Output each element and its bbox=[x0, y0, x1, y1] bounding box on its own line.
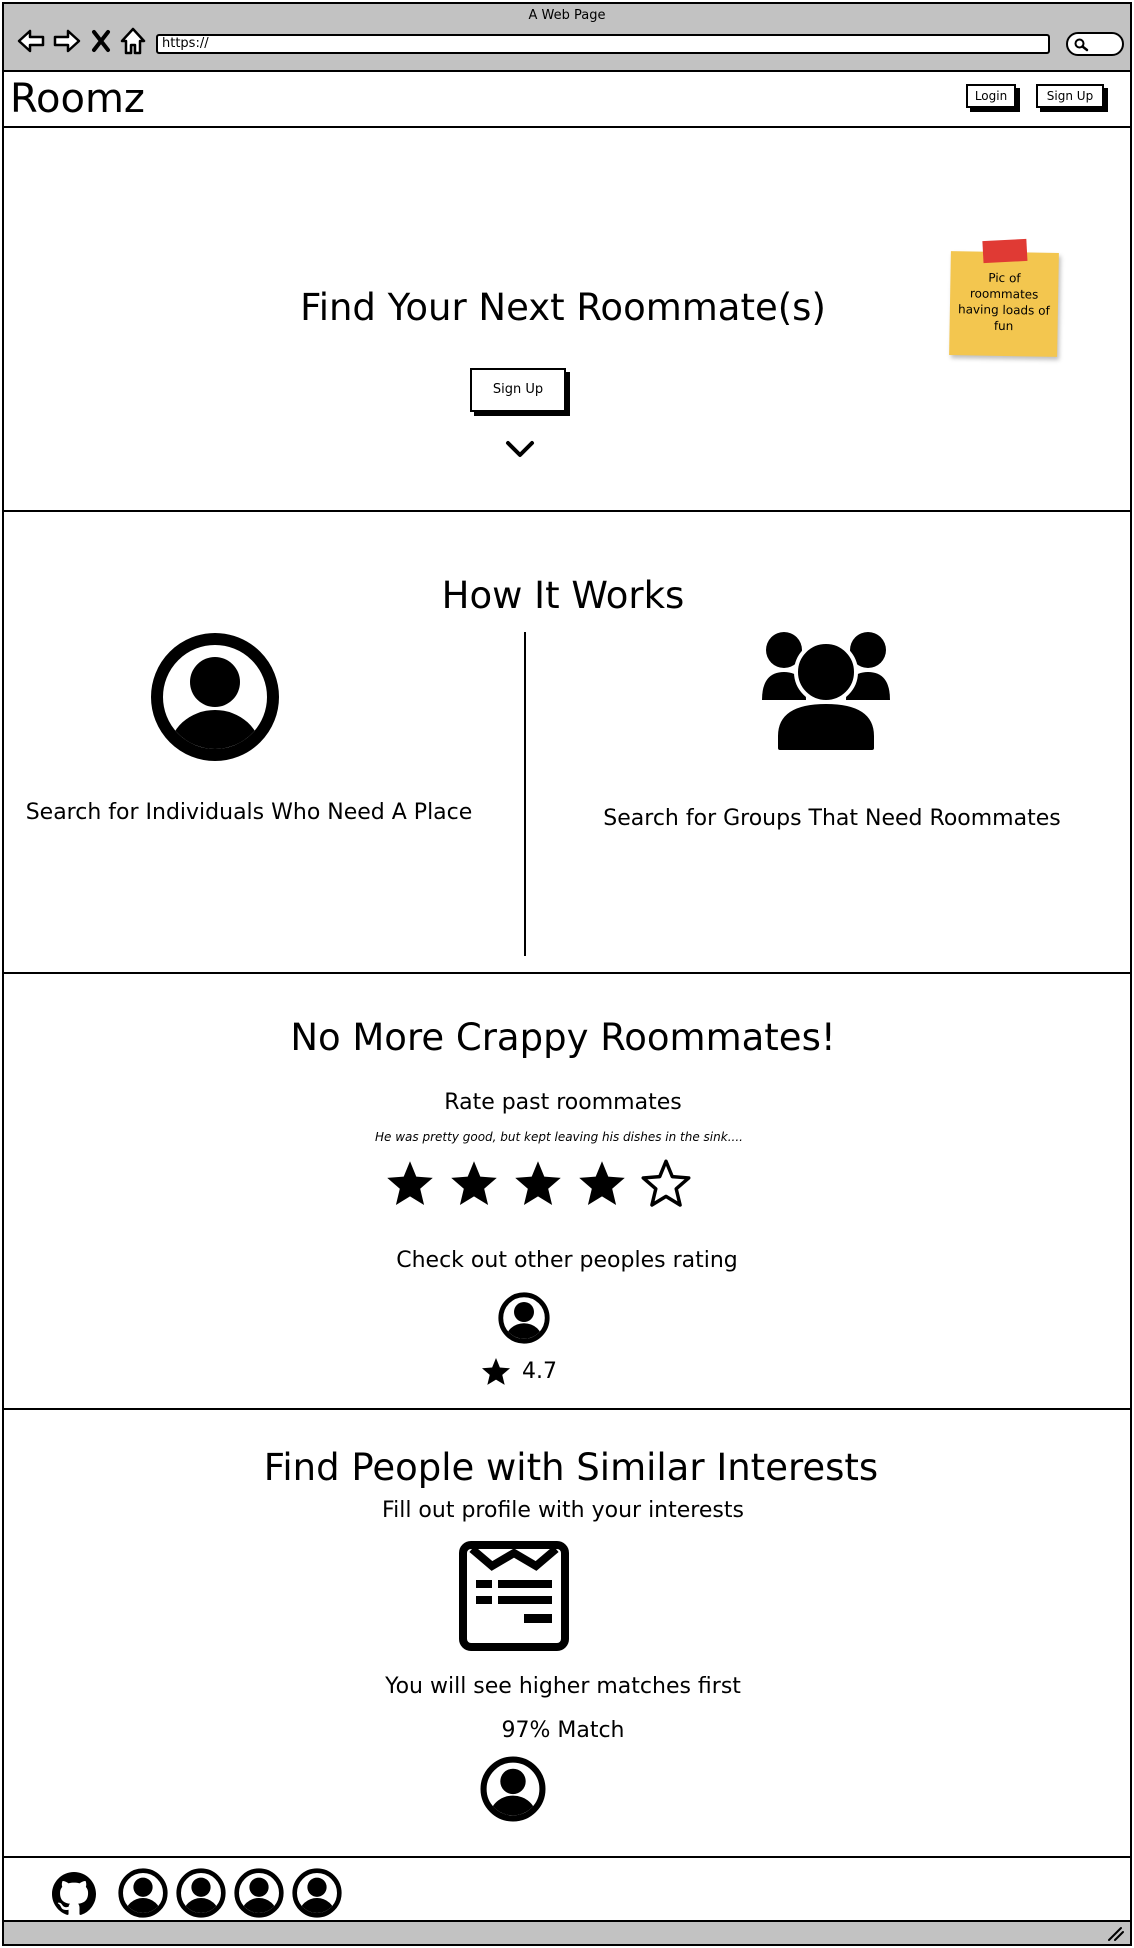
rating-score: 4.7 bbox=[522, 1359, 557, 1384]
github-icon[interactable] bbox=[52, 1872, 96, 1916]
star-filled-icon[interactable] bbox=[384, 1158, 436, 1210]
login-button[interactable]: Login bbox=[966, 84, 1016, 108]
site-logo[interactable]: Roomz bbox=[10, 74, 145, 124]
interests-title: Find People with Similar Interests bbox=[263, 1446, 879, 1489]
header-signup-button[interactable]: Sign Up bbox=[1036, 84, 1104, 108]
team-members bbox=[118, 1868, 358, 1920]
matches-text: You will see higher matches first bbox=[385, 1674, 741, 1699]
resize-grip-icon[interactable] bbox=[1106, 1925, 1124, 1941]
tape bbox=[982, 238, 1028, 264]
check-ratings-heading: Check out other peoples rating bbox=[396, 1248, 738, 1273]
star-filled-icon[interactable] bbox=[512, 1158, 564, 1210]
back-arrow-icon[interactable] bbox=[16, 26, 46, 56]
group-icon bbox=[762, 632, 890, 754]
groups-feature-text: Search for Groups That Need Roommates bbox=[603, 806, 1061, 831]
how-it-works-section: How It Works Search for Individuals Who … bbox=[4, 512, 1130, 974]
forward-arrow-icon[interactable] bbox=[52, 26, 82, 56]
browser-toolbar: A Web Page https:// bbox=[2, 2, 1132, 72]
user-circle-icon bbox=[151, 633, 279, 761]
site-header: Roomz Login Sign Up bbox=[4, 72, 1130, 128]
chevron-down-icon[interactable] bbox=[504, 438, 536, 460]
site-footer bbox=[4, 1856, 1130, 1922]
team-member-avatar-icon[interactable] bbox=[292, 1868, 342, 1918]
match-percentage: 97% Match bbox=[501, 1718, 625, 1743]
star-filled-icon[interactable] bbox=[448, 1158, 500, 1210]
rated-user-avatar-icon[interactable] bbox=[498, 1292, 550, 1344]
browser-window: A Web Page https:// Roomz Login Sign Up bbox=[0, 0, 1134, 1948]
window-title: A Web Page bbox=[528, 8, 606, 23]
match-user-avatar-icon[interactable] bbox=[480, 1756, 546, 1822]
team-member-avatar-icon[interactable] bbox=[176, 1868, 226, 1918]
profile-form-icon bbox=[459, 1541, 569, 1651]
column-divider bbox=[524, 632, 526, 956]
url-input[interactable]: https:// bbox=[156, 34, 1050, 54]
hero-headline: Find Your Next Roommate(s) bbox=[300, 286, 826, 329]
profile-text: Fill out profile with your interests bbox=[382, 1498, 744, 1523]
ratings-section: No More Crappy Roommates! Rate past room… bbox=[4, 974, 1130, 1410]
hero-section: Pic of roommates having loads of fun Fin… bbox=[4, 128, 1130, 512]
page-content: Roomz Login Sign Up Pic of roommates hav… bbox=[2, 72, 1132, 1920]
browser-statusbar bbox=[2, 1920, 1132, 1946]
star-filled-icon[interactable] bbox=[576, 1158, 628, 1210]
team-member-avatar-icon[interactable] bbox=[118, 1868, 168, 1918]
individuals-feature-text: Search for Individuals Who Need A Place bbox=[25, 800, 473, 825]
how-it-works-title: How It Works bbox=[441, 574, 685, 617]
review-quote: He was pretty good, but kept leaving his… bbox=[375, 1130, 743, 1144]
search-icon bbox=[1074, 38, 1089, 52]
rate-heading: Rate past roommates bbox=[444, 1090, 682, 1115]
browser-search-field[interactable] bbox=[1066, 32, 1124, 56]
hero-signup-button[interactable]: Sign Up bbox=[470, 368, 566, 412]
star-rating-input[interactable] bbox=[384, 1158, 704, 1210]
interests-section: Find People with Similar Interests Fill … bbox=[4, 1410, 1130, 1854]
star-filled-icon bbox=[482, 1358, 510, 1385]
home-icon[interactable] bbox=[118, 26, 148, 56]
star-empty-icon[interactable] bbox=[640, 1158, 692, 1210]
team-member-avatar-icon[interactable] bbox=[234, 1868, 284, 1918]
ratings-title: No More Crappy Roommates! bbox=[290, 1016, 836, 1059]
close-x-icon[interactable] bbox=[90, 26, 112, 56]
